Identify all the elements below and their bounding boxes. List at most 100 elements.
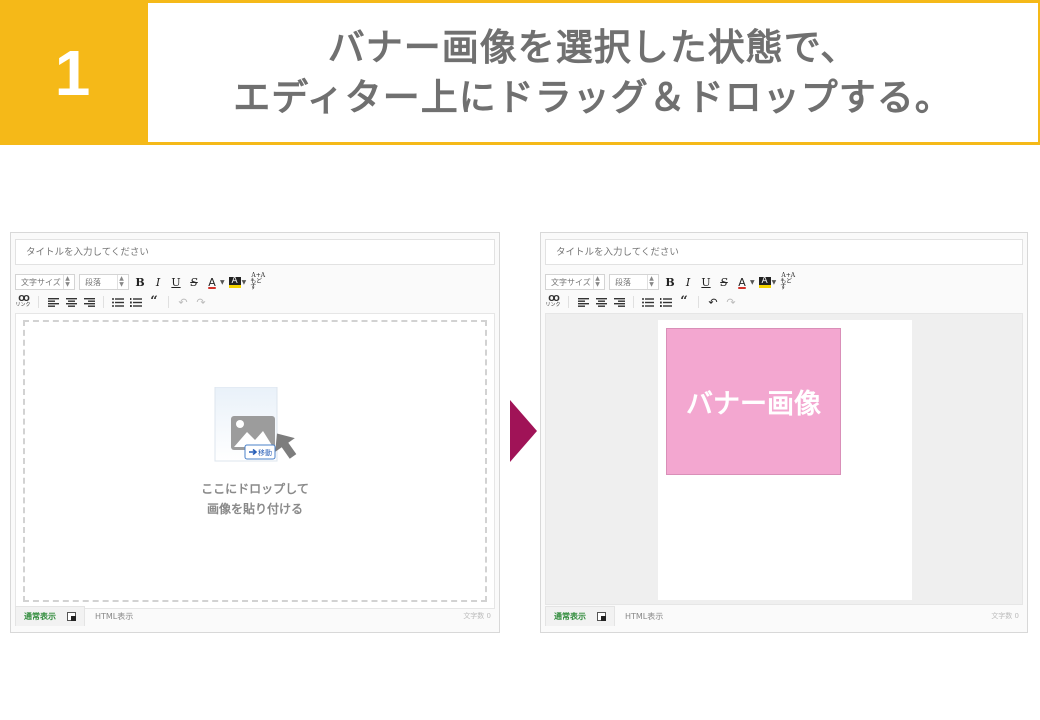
- redo-button[interactable]: ↷: [724, 295, 738, 309]
- align-center-icon: [595, 297, 607, 307]
- title-input[interactable]: [15, 239, 495, 265]
- editor-content-area[interactable]: バナー画像: [545, 313, 1023, 605]
- redo-icon: ↷: [726, 295, 736, 309]
- bold-button[interactable]: B: [663, 274, 677, 290]
- strikethrough-button[interactable]: S: [717, 274, 731, 290]
- drop-image-icon: 移動: [214, 387, 297, 462]
- font-size-select[interactable]: 文字サイズ ▲ ▼: [15, 274, 75, 290]
- align-left-icon: [47, 297, 59, 307]
- toolbar-divider: [568, 296, 569, 308]
- tab-normal-label: 通常表示: [24, 612, 56, 621]
- redo-icon: ↷: [196, 295, 206, 309]
- link-label: リンク: [545, 302, 561, 308]
- bullet-list-icon: [642, 297, 654, 307]
- highlight-color-button[interactable]: A: [758, 276, 771, 288]
- italic-button[interactable]: I: [681, 274, 695, 290]
- align-center-icon: [65, 297, 77, 307]
- drop-zone[interactable]: 移動 ここにドロップして 画像を貼り付ける: [23, 320, 487, 602]
- align-center-button[interactable]: [64, 295, 78, 309]
- caret-down-icon: ▼: [241, 278, 247, 286]
- bullet-list-button[interactable]: [641, 295, 655, 309]
- tab-html-view[interactable]: HTML表示: [85, 606, 133, 626]
- instruction-line-2: エディター上にドラッグ＆ドロップする。: [233, 75, 953, 119]
- select-arrows-icon: ▲ ▼: [647, 275, 655, 289]
- editor-before: 文字サイズ▲▼ 段落▲▼ B I U S A▼ A▼ A+Aもどす OOリンク …: [10, 232, 500, 633]
- banner-image[interactable]: バナー画像: [666, 328, 841, 475]
- drop-instruction-line-1: ここにドロップして: [201, 482, 309, 496]
- toolbar-row-1: 文字サイズ ▲ ▼ 段落 ▲ ▼ B I U S A ▼ A ▼ A+A もどす: [15, 273, 266, 291]
- select-arrows-icon: ▲ ▼: [117, 275, 125, 289]
- align-center-button[interactable]: [594, 295, 608, 309]
- toolbar-row-2: OO リンク “ ↶ ↷: [15, 294, 208, 310]
- align-right-button[interactable]: [612, 295, 626, 309]
- char-count: 文字数 0: [991, 612, 1019, 620]
- font-size-select-label: 文字サイズ: [21, 277, 61, 287]
- caret-down-icon: ▼: [771, 278, 777, 286]
- tab-normal-view[interactable]: 通常表示: [545, 606, 615, 626]
- select-arrows-icon: ▲ ▼: [593, 275, 601, 289]
- underline-button[interactable]: U: [699, 274, 713, 290]
- title-input[interactable]: [545, 239, 1023, 265]
- font-size-select[interactable]: 文字サイズ ▲ ▼: [545, 274, 605, 290]
- undo-button[interactable]: ↶: [176, 295, 190, 309]
- font-size-toggle-button[interactable]: A+A もどす: [780, 273, 796, 291]
- bullet-list-button[interactable]: [111, 295, 125, 309]
- toolbar-row-2: OO リンク “ ↶ ↷: [545, 294, 738, 310]
- toolbar-divider: [38, 296, 39, 308]
- font-size-toggle-bottom: もどす: [780, 278, 793, 291]
- blockquote-button[interactable]: “: [147, 295, 161, 309]
- align-left-button[interactable]: [46, 295, 60, 309]
- arrow-right-icon: [510, 400, 537, 462]
- align-right-button[interactable]: [82, 295, 96, 309]
- window-icon[interactable]: [67, 612, 76, 621]
- instruction-header: 1 バナー画像を選択した状態で、 エディター上にドラッグ＆ドロップする。: [0, 0, 1040, 145]
- undo-icon: ↶: [178, 295, 188, 309]
- font-size-toggle-bottom: もどす: [250, 278, 263, 291]
- numbered-list-icon: [130, 297, 142, 307]
- align-right-icon: [83, 297, 95, 307]
- char-count: 文字数 0: [463, 612, 491, 620]
- undo-button[interactable]: ↶: [706, 295, 720, 309]
- bullet-list-icon: [112, 297, 124, 307]
- highlight-color-button[interactable]: A: [228, 276, 241, 288]
- editor-after: 文字サイズ▲▼ 段落▲▼ B I U S A▼ A▼ A+Aもどす OOリンク …: [540, 232, 1028, 633]
- view-tabs: 通常表示 HTML表示 文字数 0: [15, 606, 495, 626]
- paragraph-select-label: 段落: [85, 277, 101, 287]
- link-label: リンク: [15, 302, 31, 308]
- font-size-toggle-button[interactable]: A+A もどす: [250, 273, 266, 291]
- bold-button[interactable]: B: [133, 274, 147, 290]
- font-size-select-label: 文字サイズ: [551, 277, 591, 287]
- drop-instruction-line-2: 画像を貼り付ける: [206, 502, 303, 516]
- window-icon[interactable]: [597, 612, 606, 621]
- strikethrough-button[interactable]: S: [187, 274, 201, 290]
- toolbar-divider: [633, 296, 634, 308]
- tab-html-view[interactable]: HTML表示: [615, 606, 663, 626]
- drop-instruction: ここにドロップして 画像を貼り付ける: [25, 479, 485, 519]
- tab-normal-view[interactable]: 通常表示: [15, 606, 85, 626]
- toolbar-row-1: 文字サイズ ▲ ▼ 段落 ▲ ▼ B I U S A ▼ A ▼ A+A もどす: [545, 273, 796, 291]
- view-tabs: 通常表示 HTML表示 文字数 0: [545, 606, 1023, 626]
- caret-down-icon: ▼: [220, 278, 225, 286]
- tab-normal-label: 通常表示: [554, 612, 586, 621]
- paragraph-select[interactable]: 段落 ▲ ▼: [79, 274, 129, 290]
- editor-page[interactable]: バナー画像: [658, 320, 912, 600]
- toolbar-divider: [698, 296, 699, 308]
- numbered-list-button[interactable]: [659, 295, 673, 309]
- align-left-button[interactable]: [576, 295, 590, 309]
- editor-content-area[interactable]: 移動 ここにドロップして 画像を貼り付ける: [15, 313, 495, 609]
- text-color-button[interactable]: A: [735, 274, 749, 290]
- toolbar-divider: [103, 296, 104, 308]
- underline-button[interactable]: U: [169, 274, 183, 290]
- redo-button[interactable]: ↷: [194, 295, 208, 309]
- text-color-button[interactable]: A: [205, 274, 219, 290]
- banner-image-label: バナー画像: [686, 389, 821, 420]
- italic-button[interactable]: I: [151, 274, 165, 290]
- paragraph-select-label: 段落: [615, 277, 631, 287]
- move-badge-label: 移動: [258, 448, 272, 457]
- link-button[interactable]: OO リンク: [15, 295, 31, 309]
- paragraph-select[interactable]: 段落 ▲ ▼: [609, 274, 659, 290]
- link-button[interactable]: OO リンク: [545, 295, 561, 309]
- numbered-list-button[interactable]: [129, 295, 143, 309]
- blockquote-button[interactable]: “: [677, 295, 691, 309]
- instruction-line-1: バナー画像を選択した状態で、: [327, 25, 859, 69]
